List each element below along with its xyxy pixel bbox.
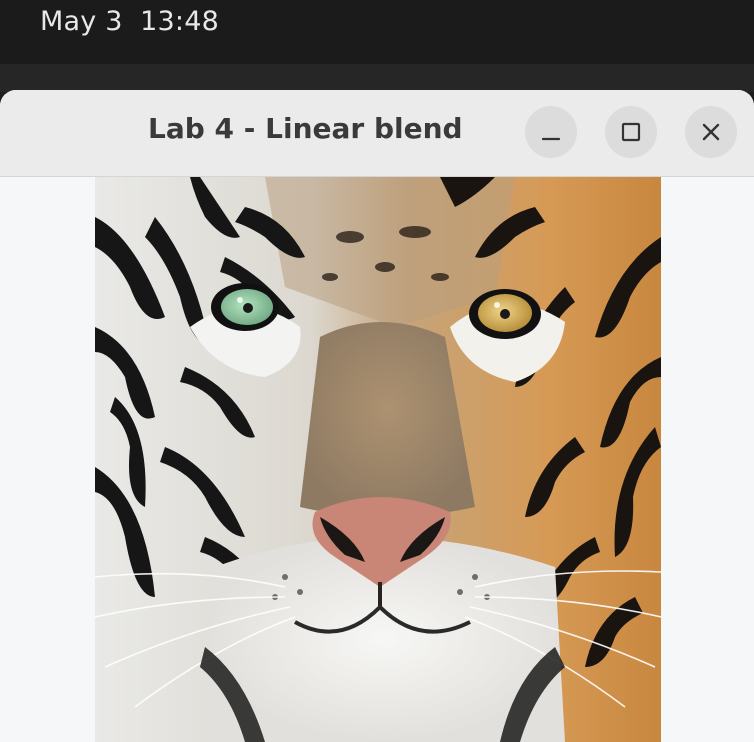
maximize-button[interactable] [605, 106, 657, 158]
left-eye [211, 283, 279, 331]
maximize-icon [621, 122, 641, 142]
system-top-bar: May 3 13:48 [0, 0, 754, 64]
right-eye [469, 289, 541, 339]
tiger-image [95, 177, 661, 742]
close-button[interactable] [685, 106, 737, 158]
window-titlebar[interactable]: Lab 4 - Linear blend [0, 90, 754, 177]
window-content [0, 177, 754, 742]
minimize-icon [541, 137, 561, 141]
app-window: Lab 4 - Linear blend [0, 90, 754, 742]
desktop-background [0, 64, 754, 92]
close-icon [702, 123, 720, 141]
minimize-button[interactable] [525, 106, 577, 158]
window-title: Lab 4 - Linear blend [148, 112, 463, 145]
clock[interactable]: May 3 13:48 [40, 6, 219, 37]
tiger-face-illustration [95, 177, 661, 742]
